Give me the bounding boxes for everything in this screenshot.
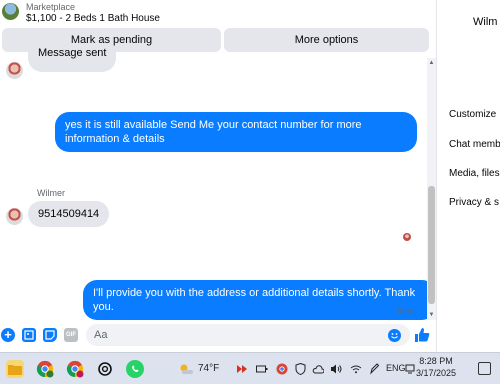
whatsapp-icon[interactable] [126, 360, 144, 378]
privacy-support-item[interactable]: Privacy & s [449, 197, 499, 208]
read-receipt-avatar [403, 233, 411, 241]
cloud-icon[interactable] [312, 363, 324, 375]
message-status: Sent [396, 306, 415, 316]
battery-icon[interactable] [256, 363, 268, 375]
notification-icon[interactable] [478, 362, 491, 375]
tray-app-icon[interactable] [236, 363, 248, 375]
security-shield-icon[interactable] [294, 363, 306, 375]
sender-avatar[interactable] [6, 62, 23, 79]
chat-members-item[interactable]: Chat memb [449, 139, 500, 150]
gif-icon[interactable]: GIF [64, 328, 78, 342]
clock-time[interactable]: 8:28 PM [418, 356, 454, 366]
contact-name: Wilm [473, 16, 498, 28]
chat-scrollbar[interactable]: ▲ ▼ [427, 58, 436, 320]
message-input[interactable] [86, 324, 410, 346]
sender-name: Wilmer [37, 188, 65, 198]
wifi-icon[interactable] [350, 363, 362, 375]
chrome-tray-icon[interactable] [276, 363, 288, 375]
message-composer: + GIF [0, 322, 436, 350]
outgoing-message-text: yes it is still available Send Me your c… [65, 119, 362, 145]
weather-icon[interactable] [178, 363, 194, 375]
photo-icon[interactable] [22, 328, 36, 342]
incoming-message-text: Message sent [38, 48, 107, 59]
listing-thumbnail[interactable] [2, 3, 19, 20]
scrollbar-thumb[interactable] [428, 186, 435, 304]
chrome-profile-icon[interactable] [36, 360, 54, 378]
customize-chat-item[interactable]: Customize [449, 109, 496, 120]
marketplace-header[interactable]: Marketplace $1,100 - 2 Beds 1 Bath House [0, 0, 436, 28]
volume-icon[interactable] [330, 363, 342, 375]
plus-icon[interactable]: + [1, 328, 15, 342]
sender-avatar[interactable] [6, 208, 23, 225]
clock-date[interactable]: 3/17/2025 [414, 368, 458, 378]
file-explorer-icon[interactable] [6, 360, 24, 378]
thumbs-up-icon[interactable] [414, 327, 430, 343]
listing-title[interactable]: $1,100 - 2 Beds 1 Bath House [26, 13, 160, 25]
incoming-message-bubble[interactable]: Message sent [28, 48, 117, 72]
chat-window: Marketplace $1,100 - 2 Beds 1 Bath House… [0, 0, 436, 352]
outgoing-message-text: I'll provide you with the address or add… [93, 287, 416, 313]
outgoing-message-bubble[interactable]: yes it is still available Send Me your c… [55, 112, 417, 152]
sticker-icon[interactable] [43, 328, 57, 342]
input-language[interactable]: ENG [386, 363, 406, 373]
pen-tray-icon[interactable] [368, 363, 380, 375]
emoji-icon[interactable] [388, 329, 401, 342]
media-files-item[interactable]: Media, files [449, 168, 500, 179]
incoming-message-bubble[interactable]: 9514509414 [28, 201, 110, 227]
marketplace-label: Marketplace [26, 2, 76, 12]
scroll-down-arrow-icon[interactable]: ▼ [427, 310, 436, 320]
incoming-message-text: 9514509414 [38, 208, 100, 220]
chatgpt-icon[interactable] [96, 360, 114, 378]
conversation-details-panel: Wilm Customize Chat memb Media, files Pr… [436, 0, 500, 352]
outgoing-message-bubble[interactable]: I'll provide you with the address or add… [83, 280, 436, 320]
scroll-up-arrow-icon[interactable]: ▲ [427, 58, 436, 68]
weather-temperature[interactable]: 74°F [198, 363, 219, 374]
chrome-icon[interactable] [66, 360, 84, 378]
more-options-button[interactable]: More options [224, 28, 429, 52]
windows-taskbar: 74°F ENG 8:28 PM 3/17/2025 [0, 352, 500, 384]
